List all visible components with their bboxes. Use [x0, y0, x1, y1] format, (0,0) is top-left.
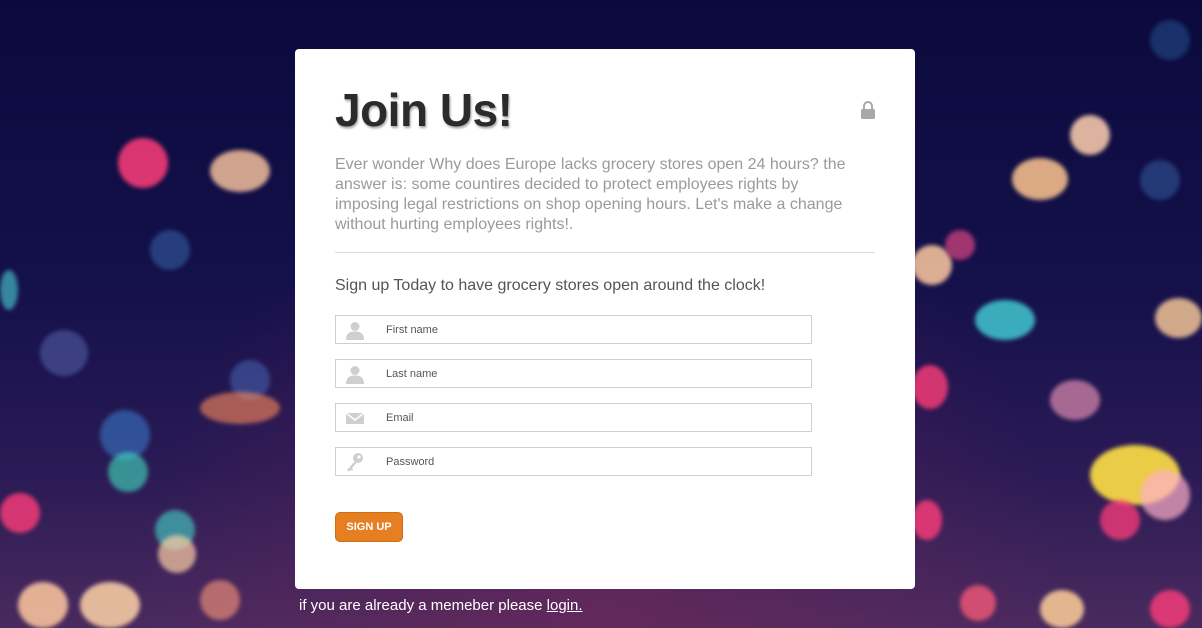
email-input[interactable] — [386, 404, 806, 431]
login-link[interactable]: login. — [547, 597, 583, 614]
first-name-input[interactable] — [386, 316, 806, 343]
last-name-field-wrapper — [335, 359, 812, 388]
email-field-wrapper — [335, 403, 812, 432]
signup-form — [335, 315, 875, 476]
login-prompt-text: if you are already a memeber please — [299, 597, 547, 614]
login-prompt: if you are already a memeber please logi… — [299, 597, 583, 614]
signup-card: Join Us! Ever wonder Why does Europe lac… — [295, 49, 915, 589]
last-name-input[interactable] — [386, 360, 806, 387]
user-icon — [346, 322, 364, 340]
page-title: Join Us! — [335, 84, 513, 136]
signup-subheading: Sign up Today to have grocery stores ope… — [335, 277, 766, 294]
divider — [335, 252, 875, 253]
first-name-field-wrapper — [335, 315, 812, 344]
sign-up-button[interactable]: SIGN UP — [335, 512, 403, 542]
lock-icon — [861, 101, 875, 119]
user-icon — [346, 366, 364, 384]
password-field-wrapper — [335, 447, 812, 476]
key-icon — [347, 453, 363, 472]
password-input[interactable] — [386, 448, 806, 475]
envelope-icon — [345, 412, 365, 424]
intro-text: Ever wonder Why does Europe lacks grocer… — [335, 156, 846, 233]
